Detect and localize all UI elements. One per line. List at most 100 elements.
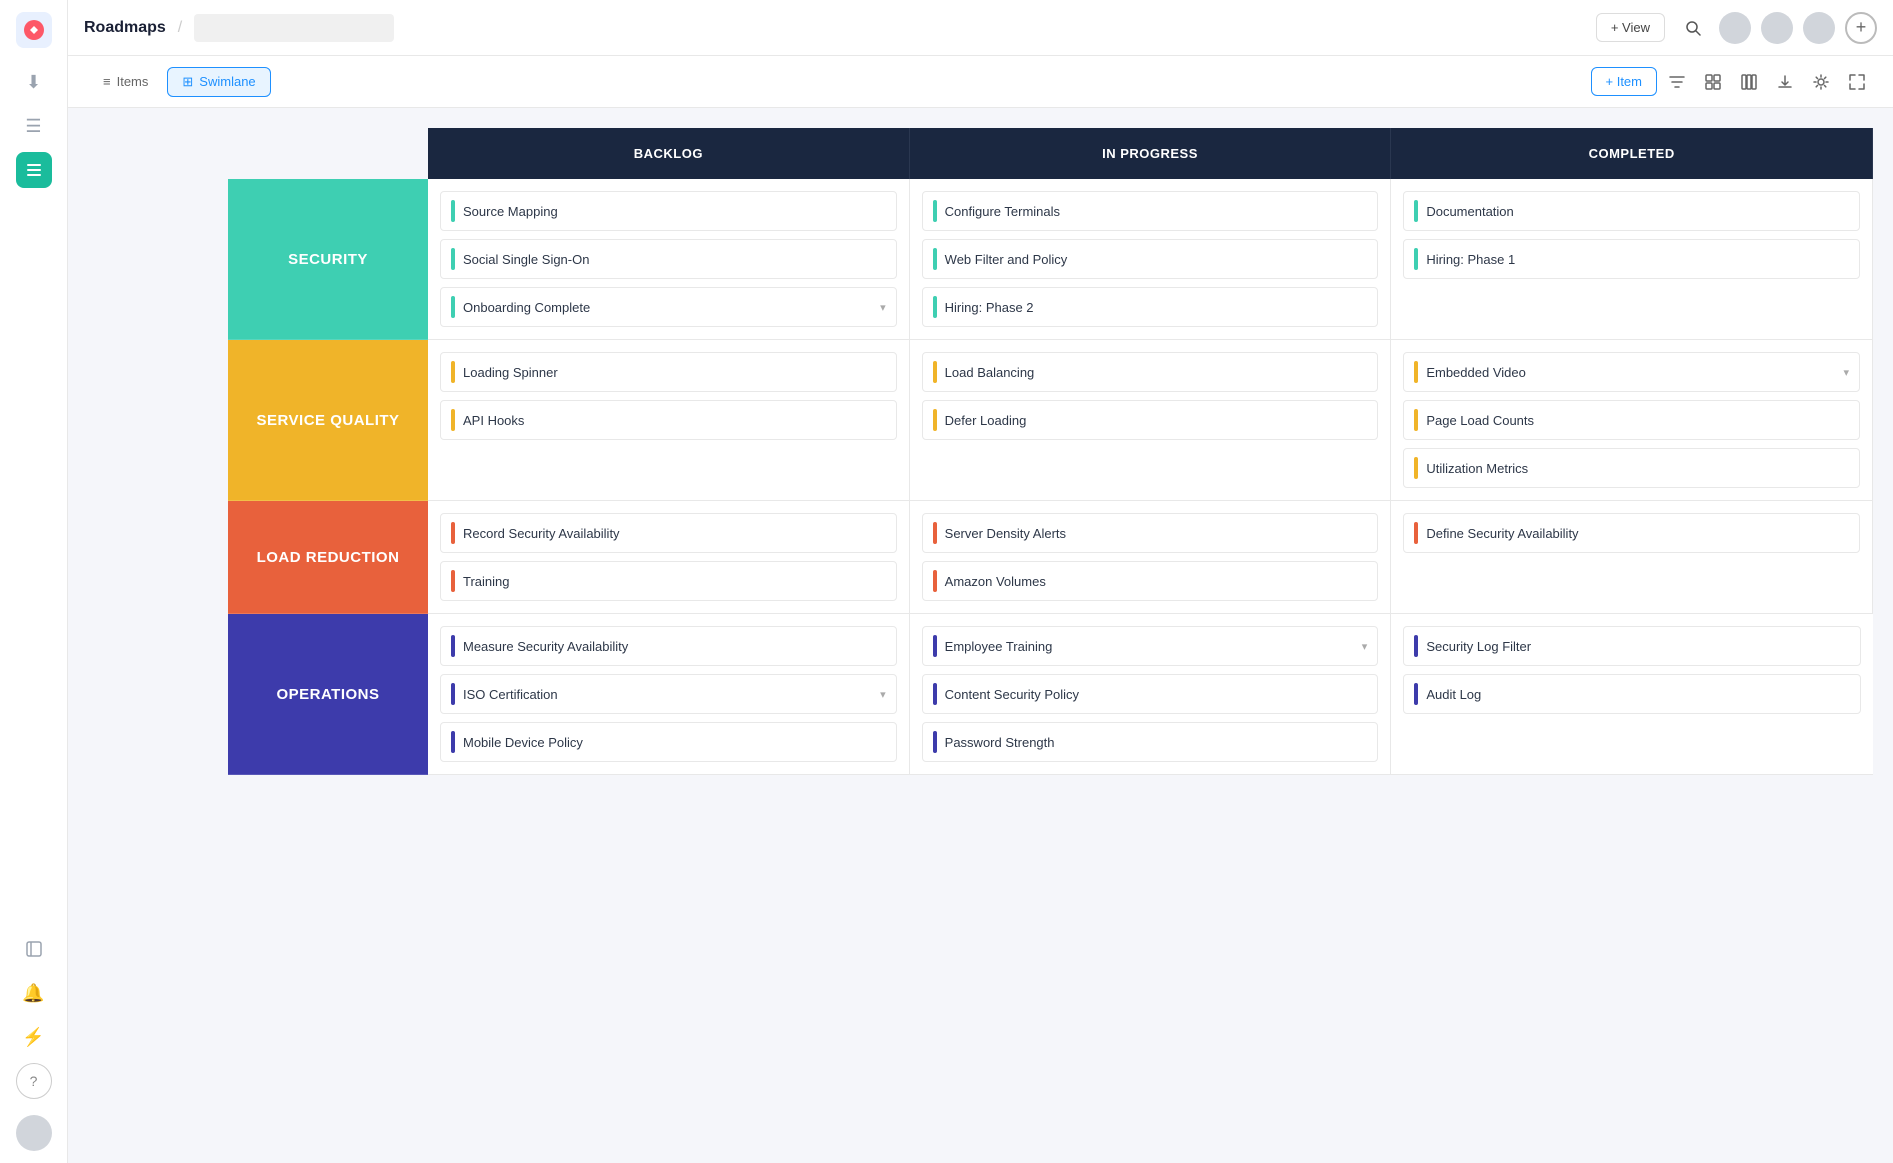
card-text: Security Log Filter bbox=[1426, 639, 1850, 654]
card-text: Hiring: Phase 1 bbox=[1426, 252, 1849, 267]
card-text: Server Density Alerts bbox=[945, 526, 1368, 541]
card-source-mapping[interactable]: Source Mapping bbox=[440, 191, 897, 231]
view-button[interactable]: + View bbox=[1596, 13, 1665, 42]
breadcrumb-input[interactable] bbox=[194, 14, 394, 42]
lightning-icon[interactable]: ⚡ bbox=[16, 1019, 52, 1055]
card-amazon-volumes[interactable]: Amazon Volumes bbox=[922, 561, 1379, 601]
header-actions: + bbox=[1677, 12, 1877, 44]
contacts-icon[interactable] bbox=[16, 931, 52, 967]
card-loading-spinner[interactable]: Loading Spinner bbox=[440, 352, 897, 392]
settings-icon[interactable] bbox=[1805, 66, 1837, 98]
card-hiring-phase2[interactable]: Hiring: Phase 2 bbox=[922, 287, 1379, 327]
card-api-hooks[interactable]: API Hooks bbox=[440, 400, 897, 440]
card-hiring-phase1[interactable]: Hiring: Phase 1 bbox=[1403, 239, 1860, 279]
add-member-button[interactable]: + bbox=[1845, 12, 1877, 44]
add-item-button[interactable]: + Item bbox=[1591, 67, 1658, 96]
card-configure-terminals[interactable]: Configure Terminals bbox=[922, 191, 1379, 231]
card-accent bbox=[933, 248, 937, 270]
columns-icon[interactable] bbox=[1733, 66, 1765, 98]
card-accent bbox=[451, 361, 455, 383]
chevron-down-icon: ▾ bbox=[880, 301, 886, 314]
card-accent bbox=[451, 296, 455, 318]
export-icon[interactable] bbox=[1769, 66, 1801, 98]
lane-operations-in-progress: Employee Training ▾ Content Security Pol… bbox=[910, 614, 1392, 775]
card-documentation[interactable]: Documentation bbox=[1403, 191, 1860, 231]
lane-security-in-progress: Configure Terminals Web Filter and Polic… bbox=[910, 179, 1392, 340]
lane-service-completed: Embedded Video ▾ Page Load Counts Utiliz… bbox=[1391, 340, 1873, 501]
col-header-spacer bbox=[228, 128, 428, 179]
fullscreen-icon[interactable] bbox=[1841, 66, 1873, 98]
card-text: Loading Spinner bbox=[463, 365, 886, 380]
search-button[interactable] bbox=[1677, 12, 1709, 44]
card-load-balancing[interactable]: Load Balancing bbox=[922, 352, 1379, 392]
card-password-strength[interactable]: Password Strength bbox=[922, 722, 1379, 762]
card-server-density[interactable]: Server Density Alerts bbox=[922, 513, 1379, 553]
col-header-in-progress: IN PROGRESS bbox=[910, 128, 1392, 179]
card-mobile-device[interactable]: Mobile Device Policy bbox=[440, 722, 897, 762]
user-avatar-2[interactable] bbox=[1761, 12, 1793, 44]
tab-items[interactable]: ≡ Items bbox=[88, 67, 163, 96]
card-text: Employee Training bbox=[945, 639, 1354, 654]
sidebar: ⬇ ☰ 🔔 ⚡ ? bbox=[0, 0, 68, 1163]
tab-swimlane[interactable]: ⊞ Swimlane bbox=[167, 67, 270, 97]
lane-label-service: SERVICE QUALITY bbox=[228, 340, 428, 501]
card-web-filter[interactable]: Web Filter and Policy bbox=[922, 239, 1379, 279]
card-audit-log[interactable]: Audit Log bbox=[1403, 674, 1861, 714]
card-accent bbox=[933, 409, 937, 431]
card-onboarding-complete[interactable]: Onboarding Complete ▾ bbox=[440, 287, 897, 327]
card-employee-training[interactable]: Employee Training ▾ bbox=[922, 626, 1379, 666]
group-icon[interactable] bbox=[1697, 66, 1729, 98]
tab-items-label: Items bbox=[117, 74, 149, 89]
card-text: Page Load Counts bbox=[1426, 413, 1849, 428]
card-content-security-policy[interactable]: Content Security Policy bbox=[922, 674, 1379, 714]
card-text: Mobile Device Policy bbox=[463, 735, 886, 750]
card-accent bbox=[933, 635, 937, 657]
card-embedded-video[interactable]: Embedded Video ▾ bbox=[1403, 352, 1860, 392]
user-avatar-3[interactable] bbox=[1803, 12, 1835, 44]
breadcrumb-sep: / bbox=[178, 19, 182, 37]
user-avatar[interactable] bbox=[16, 1115, 52, 1151]
card-accent bbox=[933, 522, 937, 544]
card-utilization-metrics[interactable]: Utilization Metrics bbox=[1403, 448, 1860, 488]
card-accent bbox=[933, 731, 937, 753]
swimlane-icon: ⊞ bbox=[182, 74, 193, 90]
card-iso-certification[interactable]: ISO Certification ▾ bbox=[440, 674, 897, 714]
card-text: Configure Terminals bbox=[945, 204, 1368, 219]
col-header-completed: COMPLETED bbox=[1391, 128, 1873, 179]
card-text: Training bbox=[463, 574, 886, 589]
lane-service-in-progress: Load Balancing Defer Loading bbox=[910, 340, 1392, 501]
card-accent bbox=[451, 409, 455, 431]
card-accent bbox=[451, 683, 455, 705]
lane-label-operations: OPERATIONS bbox=[228, 614, 428, 775]
card-record-security[interactable]: Record Security Availability bbox=[440, 513, 897, 553]
download-icon[interactable]: ⬇ bbox=[16, 64, 52, 100]
card-text: Content Security Policy bbox=[945, 687, 1368, 702]
card-text: Measure Security Availability bbox=[463, 639, 886, 654]
roadmap-icon[interactable] bbox=[16, 152, 52, 188]
card-training[interactable]: Training bbox=[440, 561, 897, 601]
card-define-security[interactable]: Define Security Availability bbox=[1403, 513, 1860, 553]
card-accent bbox=[451, 731, 455, 753]
card-social-sso[interactable]: Social Single Sign-On bbox=[440, 239, 897, 279]
lane-operations-completed: Security Log Filter Audit Log bbox=[1391, 614, 1873, 775]
lane-service-backlog: Loading Spinner API Hooks bbox=[428, 340, 910, 501]
card-security-log-filter[interactable]: Security Log Filter bbox=[1403, 626, 1861, 666]
card-text: Documentation bbox=[1426, 204, 1849, 219]
lane-load-backlog: Record Security Availability Training bbox=[428, 501, 910, 614]
chevron-down-icon: ▾ bbox=[1362, 640, 1368, 653]
card-accent bbox=[933, 200, 937, 222]
help-icon[interactable]: ? bbox=[16, 1063, 52, 1099]
user-avatar-1[interactable] bbox=[1719, 12, 1751, 44]
card-accent bbox=[451, 635, 455, 657]
app-logo[interactable] bbox=[16, 12, 52, 48]
filter-icon[interactable] bbox=[1661, 66, 1693, 98]
card-accent bbox=[933, 361, 937, 383]
card-text: Source Mapping bbox=[463, 204, 886, 219]
card-text: Define Security Availability bbox=[1426, 526, 1849, 541]
lane-security-completed: Documentation Hiring: Phase 1 bbox=[1391, 179, 1873, 340]
card-page-load-counts[interactable]: Page Load Counts bbox=[1403, 400, 1860, 440]
list-icon[interactable]: ☰ bbox=[16, 108, 52, 144]
card-defer-loading[interactable]: Defer Loading bbox=[922, 400, 1379, 440]
card-measure-security[interactable]: Measure Security Availability bbox=[440, 626, 897, 666]
bell-icon[interactable]: 🔔 bbox=[16, 975, 52, 1011]
